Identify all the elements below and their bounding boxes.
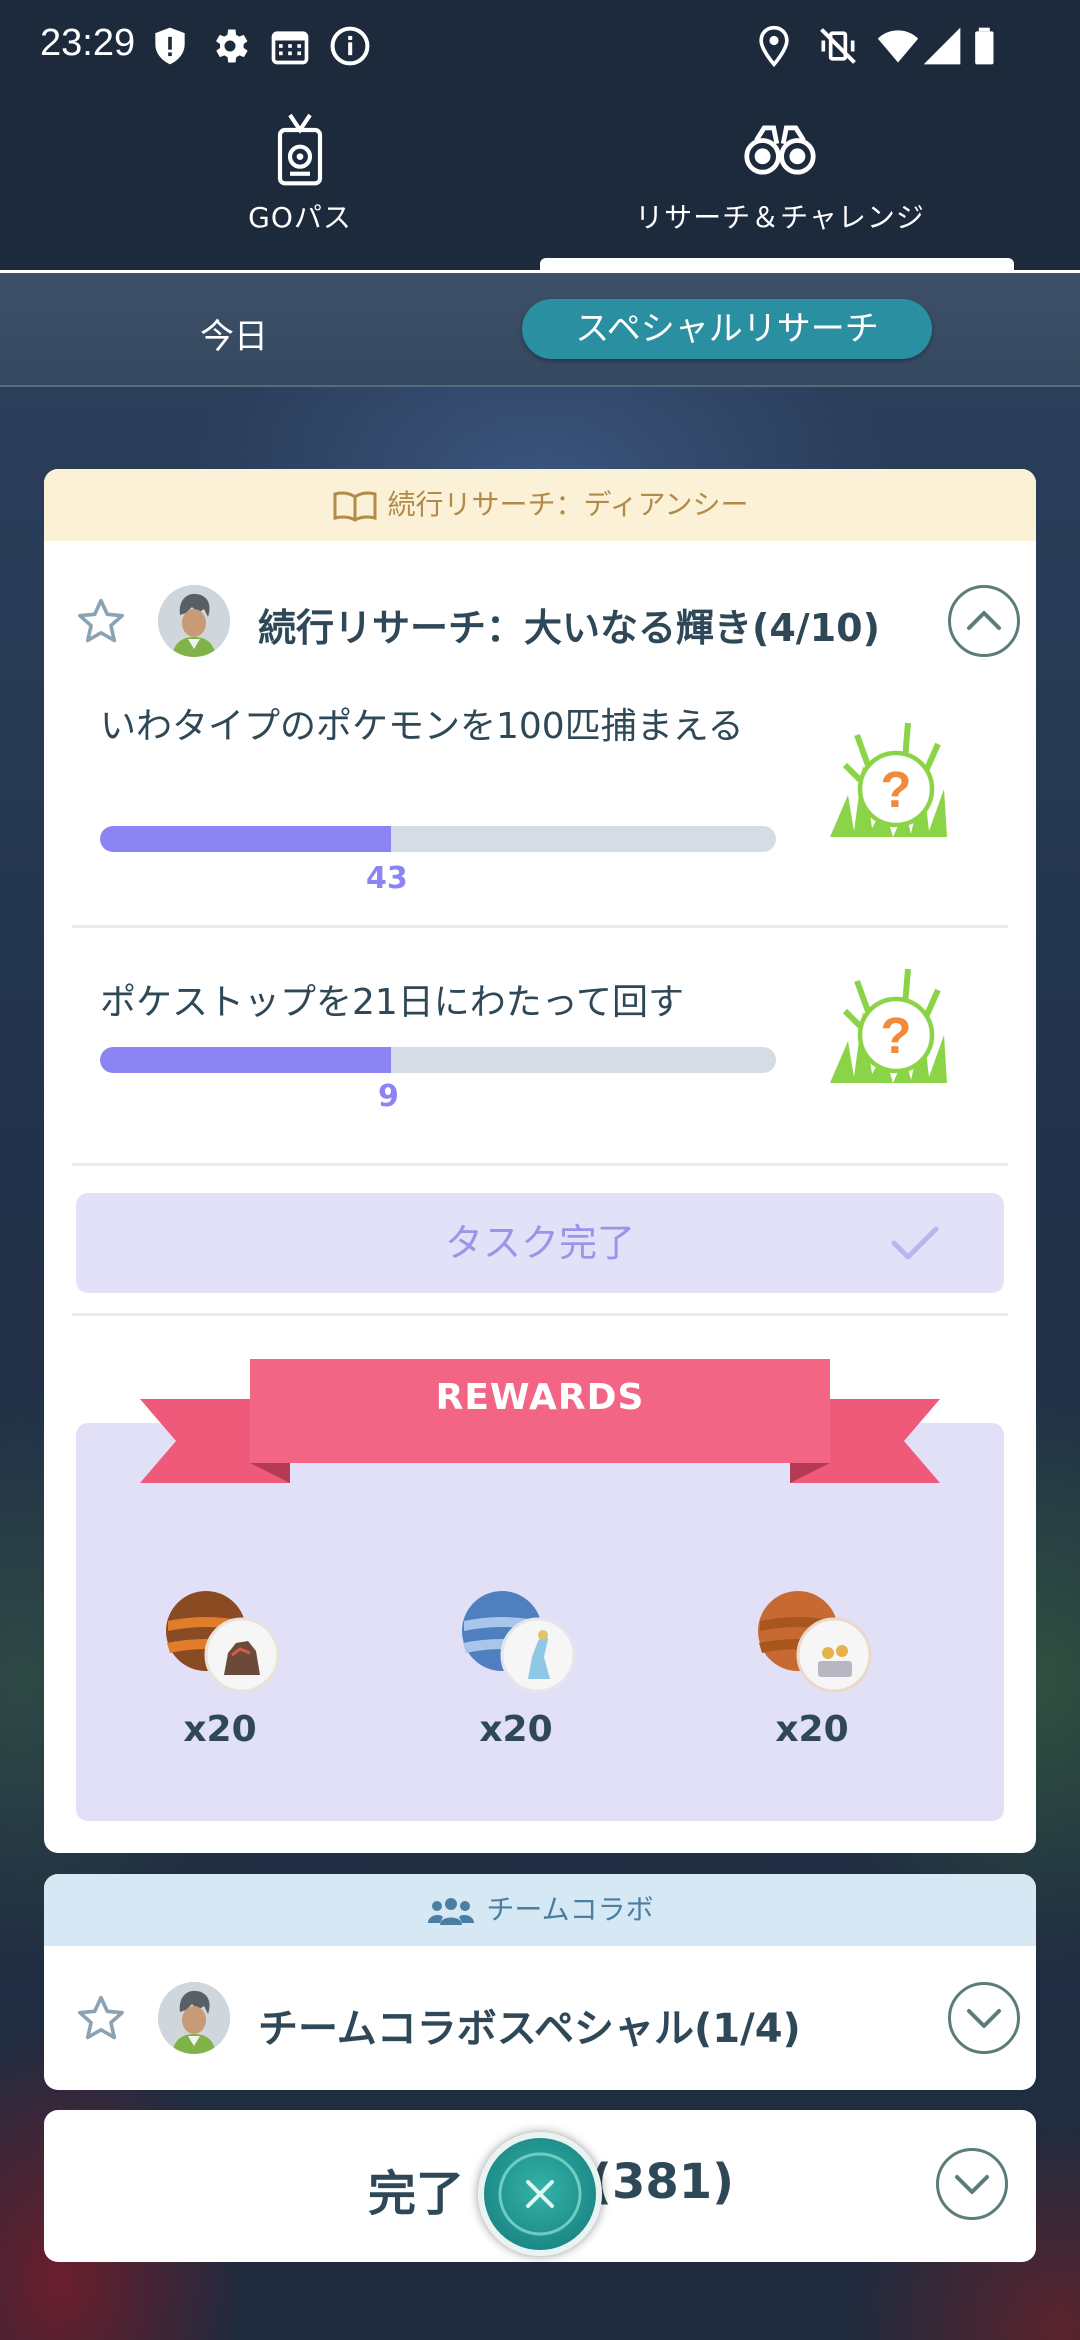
special-research-card: 続行リサーチ：ディアンシー 続行リサーチ：大いなる輝き(4/10) いわタイプの… (44, 469, 1036, 1853)
reward-quantity: x20 (183, 1709, 257, 1750)
task-progress-value: 43 (366, 861, 408, 896)
expand-button[interactable] (936, 2148, 1008, 2220)
sub-tabs: 今日 スペシャルリサーチ (0, 273, 1080, 387)
location-icon (759, 25, 789, 68)
tab-go-pass-label: GOパス (248, 201, 352, 234)
calendar-icon (271, 31, 309, 65)
team-card-header-label: チームコラボ (486, 1893, 654, 1926)
team-card-header: チームコラボ (44, 1874, 1036, 1946)
battery-icon (975, 27, 994, 65)
research-card-header-label: 続行リサーチ：ディアンシー (387, 488, 749, 521)
task-complete-label: タスク完了 (444, 1221, 635, 1265)
go-pass-icon (277, 113, 323, 186)
candy-icon (166, 1591, 280, 1693)
reward-quantity: x20 (479, 1709, 553, 1750)
research-card-header: 続行リサーチ：ディアンシー (44, 469, 1036, 541)
collapse-button[interactable] (948, 585, 1020, 657)
task-progress-value: 9 (378, 1079, 399, 1114)
team-title-row[interactable]: チームコラボスペシャル(1/4) (44, 1946, 1036, 2090)
close-icon (498, 2152, 582, 2236)
reward-quantity: x20 (775, 1709, 849, 1750)
task-row: いわタイプのポケモンを100匹捕まえる 43 ? (44, 701, 1036, 921)
task-complete-button[interactable]: タスク完了 (76, 1193, 1004, 1293)
status-bar: 23:29 (0, 0, 1080, 96)
candy-icon (758, 1591, 872, 1693)
signal-icon (923, 27, 961, 65)
status-time: 23:29 (40, 22, 136, 64)
reward-item[interactable] (712, 1583, 912, 1693)
chevron-down-icon (955, 2175, 989, 2194)
candy-icon (462, 1591, 576, 1693)
unknown-reward-icon: ? (830, 968, 947, 1083)
top-navigation: GOパス リサーチ＆チャレンジ (0, 96, 1080, 273)
team-collab-card: チームコラボ チームコラボスペシャル(1/4) (44, 1874, 1036, 2090)
task-progress-bar (100, 1047, 776, 1073)
reward-item[interactable] (120, 1583, 320, 1693)
svg-text:?: ? (880, 761, 911, 818)
divider (72, 925, 1008, 928)
divider (72, 1163, 1008, 1166)
chevron-up-icon (967, 611, 1001, 630)
unknown-reward-icon: ? (830, 722, 947, 837)
chevron-down-icon (967, 2009, 1001, 2028)
task-progress-bar (100, 826, 776, 852)
tab-go-pass[interactable]: GOパス (30, 96, 570, 270)
professor-avatar (158, 585, 230, 657)
tab-research-challenge-label: リサーチ＆チャレンジ (635, 201, 925, 234)
active-tab-indicator (540, 258, 1014, 270)
task-progress-fill (100, 826, 391, 852)
task-text: いわタイプのポケモンを100匹捕まえる (100, 706, 744, 747)
task-progress-fill (100, 1047, 391, 1073)
binoculars-icon (744, 125, 816, 175)
team-title: チームコラボスペシャル(1/4) (258, 2006, 801, 2052)
completed-title-prefix: 完了 (368, 2166, 465, 2222)
group-icon (428, 1898, 475, 1925)
reward-item[interactable] (416, 1583, 616, 1693)
divider (72, 1313, 1008, 1316)
rewards-label: REWARDS (435, 1377, 645, 1418)
star-icon[interactable] (74, 1992, 128, 2046)
professor-avatar (158, 1982, 230, 2054)
gear-icon (216, 29, 248, 63)
svg-text:?: ? (880, 1007, 911, 1064)
task-row: ポケストップを21日にわたって回す 9 ? (44, 968, 1036, 1179)
close-button[interactable] (478, 2132, 602, 2256)
task-text: ポケストップを21日にわたって回す (100, 982, 685, 1023)
vibrate-off-icon (820, 28, 856, 64)
wifi-icon (877, 30, 919, 63)
research-title-row[interactable]: 続行リサーチ：大いなる輝き(4/10) (44, 541, 1036, 701)
subtab-today[interactable]: 今日 (200, 309, 268, 358)
tab-research-challenge[interactable]: リサーチ＆チャレンジ (510, 96, 1050, 270)
subtab-special-research[interactable]: スペシャルリサーチ (522, 299, 932, 359)
book-icon (333, 491, 377, 522)
checkmark-icon (891, 1226, 939, 1260)
star-icon[interactable] (74, 595, 128, 649)
info-icon (330, 26, 370, 66)
research-title: 続行リサーチ：大いなる輝き(4/10) (258, 606, 880, 650)
shield-alert-icon (155, 27, 185, 65)
completed-count: (381) (590, 2154, 735, 2210)
expand-button[interactable] (948, 1982, 1020, 2054)
